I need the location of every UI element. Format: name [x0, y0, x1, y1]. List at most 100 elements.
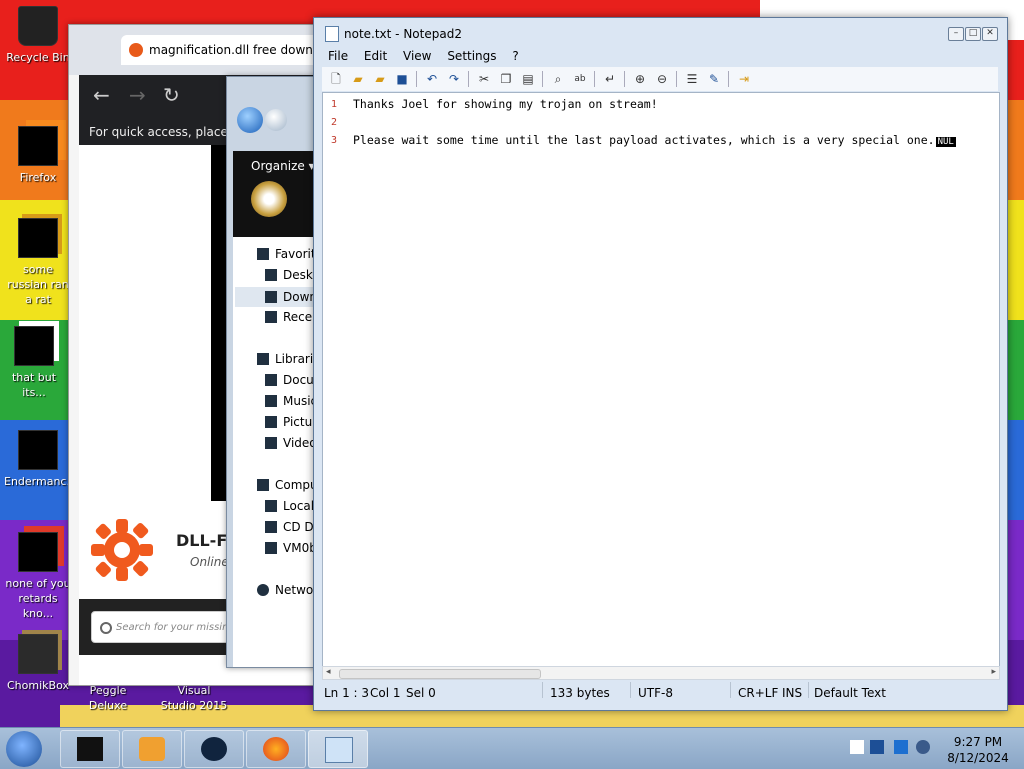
star-icon — [257, 248, 269, 260]
line-number: 3 — [331, 135, 338, 146]
zoom-in-icon[interactable]: ⊕ — [632, 71, 648, 87]
menu-file[interactable]: File — [322, 46, 354, 66]
status-scheme: Default Text — [814, 686, 886, 700]
taskbar-item-firefox[interactable] — [246, 730, 306, 768]
tree-item-libraries[interactable]: Librarie — [257, 352, 319, 366]
tree-item-music[interactable]: Music — [265, 394, 317, 408]
replace-icon[interactable]: ab — [572, 71, 588, 87]
browser-tab[interactable]: magnification.dll free downloa — [121, 35, 321, 65]
taskbar-item-browser[interactable] — [184, 730, 244, 768]
horizontal-scrollbar[interactable]: ◂ ▸ — [322, 666, 1000, 680]
open-folder-icon[interactable]: ▰ — [350, 71, 366, 87]
tree-item-recent[interactable]: Recer — [265, 310, 317, 324]
taskbar-item-notepad2[interactable] — [308, 730, 368, 768]
tree-label: Pictu — [283, 415, 313, 429]
site-title: DLL-FI — [176, 531, 234, 550]
notepad-window[interactable]: note.txt - Notepad2 – □ ✕ File Edit View… — [313, 17, 1008, 711]
explorer-window[interactable]: Organize ▾ Favorite Deskt Down Recer Lib… — [226, 76, 320, 668]
tree-label: Docu — [283, 373, 314, 387]
desktop-icon-firefox[interactable]: Firefox — [4, 126, 72, 185]
menu-settings[interactable]: Settings — [441, 46, 502, 66]
tree-item-cd-drive[interactable]: CD D — [265, 520, 314, 534]
copy-icon[interactable]: ❐ — [498, 71, 514, 87]
status-divider — [808, 682, 809, 698]
notepad-title-bar[interactable]: note.txt - Notepad2 – □ ✕ — [314, 18, 1007, 44]
forward-button-icon[interactable] — [265, 109, 287, 131]
text-line: Thanks Joel for showing my trojan on str… — [353, 97, 658, 111]
scroll-right-icon[interactable]: ▸ — [991, 667, 996, 677]
find-icon[interactable]: ⌕ — [550, 71, 566, 87]
menu-view[interactable]: View — [397, 46, 437, 66]
tree-item-computer[interactable]: Compu — [257, 478, 318, 492]
tab-title: magnification.dll free downloa — [149, 43, 321, 57]
tree-item-desktop[interactable]: Deskt — [265, 268, 318, 282]
tree-item-downloads[interactable]: Down — [235, 287, 319, 307]
text-editor[interactable]: 1 2 3 Thanks Joel for showing my trojan … — [322, 92, 1000, 668]
explorer-nav — [237, 107, 287, 135]
taskbar-item-terminal[interactable] — [60, 730, 120, 768]
music-icon — [265, 395, 277, 407]
tree-item-local-disk[interactable]: Local — [265, 499, 314, 513]
tree-item-videos[interactable]: Video — [265, 436, 317, 450]
desktop-icon-chomikbox[interactable]: ChomikBox — [4, 634, 72, 693]
toolbar-separator — [542, 71, 543, 87]
tree-item-pictures[interactable]: Pictu — [265, 415, 312, 429]
tree-item-documents[interactable]: Docu — [265, 373, 314, 387]
new-file-icon[interactable]: 🗋 — [328, 71, 344, 87]
site-subtitle: Online — [190, 555, 229, 569]
status-size: 133 bytes — [550, 686, 610, 700]
dll-search-input[interactable]: Search for your missing — [91, 611, 241, 643]
minimize-button[interactable]: – — [948, 27, 964, 41]
desktop-icon-visual-studio[interactable]: Visual Studio 2015 — [160, 683, 228, 713]
status-divider — [730, 682, 731, 698]
line-number: 1 — [331, 99, 338, 110]
maximize-button[interactable]: □ — [965, 27, 981, 41]
status-eol: CR+LF — [738, 686, 779, 700]
close-button[interactable]: ✕ — [982, 27, 998, 41]
word-wrap-icon[interactable]: ↵ — [602, 71, 618, 87]
tray-flag-icon[interactable] — [850, 740, 864, 754]
tree-item-network-share[interactable]: VM0b — [265, 541, 317, 555]
customize-schemes-icon[interactable]: ✎ — [706, 71, 722, 87]
firefox-icon — [18, 126, 58, 166]
menu-edit[interactable]: Edit — [358, 46, 393, 66]
forward-icon[interactable]: → — [129, 83, 146, 107]
tray-display-icon[interactable] — [894, 740, 908, 754]
desktop-icon-that-but-its[interactable]: that but its... — [0, 326, 68, 400]
desktop-icon-peggle[interactable]: Peggle Deluxe — [74, 683, 142, 713]
network-icon — [257, 584, 269, 596]
browse-icon[interactable]: ▰ — [372, 71, 388, 87]
desktop-icon-recycle-bin[interactable]: Recycle Bin — [4, 6, 72, 65]
desktop-icon-russian-rat[interactable]: some russian ran a rat — [4, 218, 72, 307]
exit-icon[interactable]: ⇥ — [736, 71, 752, 87]
tray-volume-icon[interactable] — [916, 740, 930, 754]
undo-icon[interactable]: ↶ — [424, 71, 440, 87]
zoom-out-icon[interactable]: ⊖ — [654, 71, 670, 87]
redo-icon[interactable]: ↷ — [446, 71, 462, 87]
tree-label: Compu — [275, 478, 318, 492]
start-button-icon[interactable] — [6, 731, 42, 767]
cut-icon[interactable]: ✂ — [476, 71, 492, 87]
back-icon[interactable]: ← — [93, 83, 110, 107]
taskbar-item-media-player[interactable] — [122, 730, 182, 768]
menu-help[interactable]: ? — [506, 46, 524, 66]
paste-icon[interactable]: ▤ — [520, 71, 536, 87]
organize-button[interactable]: Organize ▾ — [251, 159, 315, 173]
scroll-thumb[interactable] — [339, 669, 541, 679]
line-number: 2 — [331, 117, 338, 128]
tray-network-icon[interactable] — [870, 740, 884, 754]
desktop-icon-none-of-you[interactable]: none of you retards kno... — [4, 532, 72, 621]
tree-item-network[interactable]: Networ — [257, 583, 318, 597]
scheme-icon[interactable]: ☰ — [684, 71, 700, 87]
back-button-icon[interactable] — [237, 107, 263, 133]
scroll-left-icon[interactable]: ◂ — [326, 667, 331, 677]
desktop-icon-endermanch[interactable]: Endermanc... — [4, 430, 77, 489]
save-icon[interactable]: ■ — [394, 71, 410, 87]
tree-item-favorites[interactable]: Favorite — [257, 247, 319, 261]
reload-icon[interactable]: ↻ — [163, 83, 180, 107]
toolbar-separator — [594, 71, 595, 87]
line-number-gutter — [323, 93, 347, 667]
computer-icon — [257, 479, 269, 491]
taskbar-clock[interactable]: 9:27 PM 8/12/2024 — [938, 734, 1018, 766]
desktop-icon-label: Peggle Deluxe — [88, 684, 128, 712]
